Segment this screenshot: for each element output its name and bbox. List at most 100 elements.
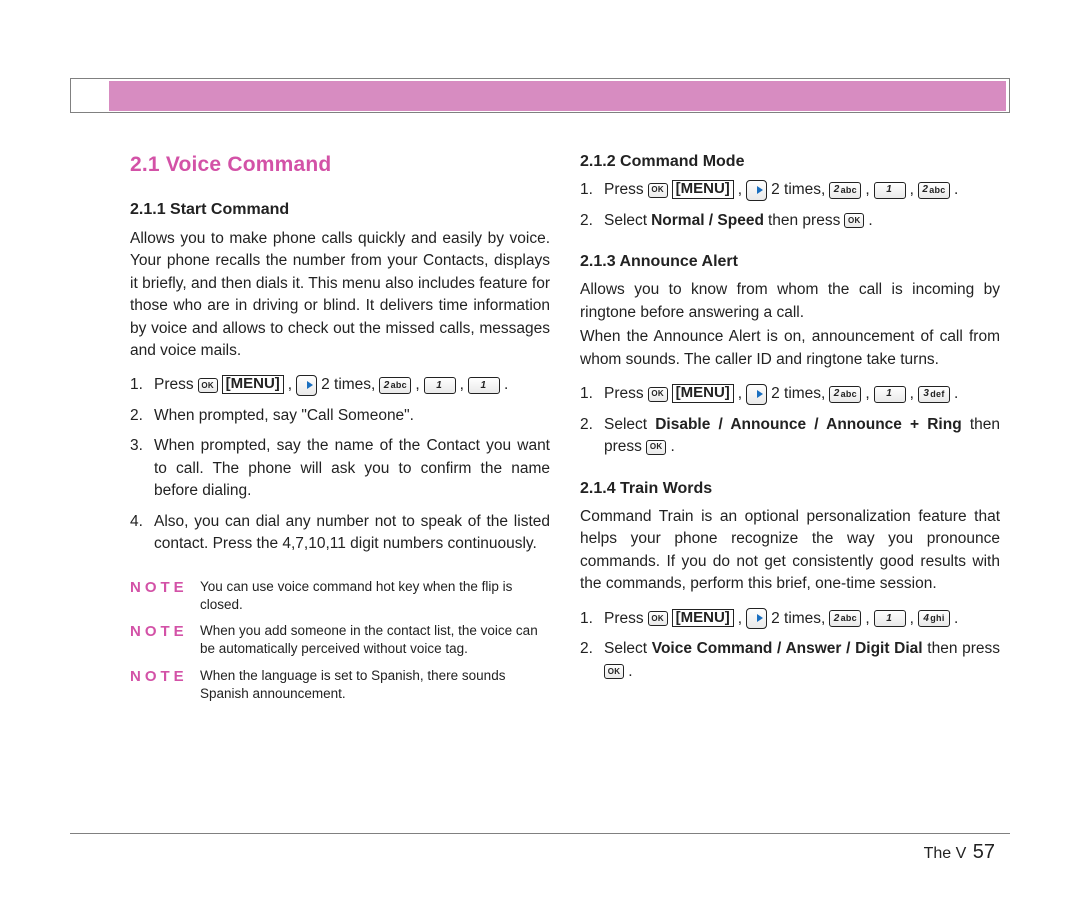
text: , (415, 374, 419, 396)
step-number: 2. (580, 414, 604, 436)
step-number: 1. (580, 608, 604, 630)
text: . (868, 210, 872, 232)
text: , (288, 374, 292, 396)
text: 2 times, (771, 179, 825, 201)
key-1-icon: 1 (874, 386, 906, 403)
step-number: 1. (580, 383, 604, 405)
key-2abc-icon: 2abc (918, 182, 950, 199)
text: . (954, 383, 958, 405)
step-body: Press OK [MENU] , 2 times, 2abc , 1 , 2a… (604, 179, 1000, 201)
step: 3. When prompted, say the name of the Co… (130, 435, 550, 502)
section-name: Voice Command (166, 153, 332, 176)
note-row: NOTE You can use voice command hot key w… (130, 578, 550, 614)
text: . (954, 608, 958, 630)
text: 2 times, (771, 383, 825, 405)
nav-right-key-icon (296, 375, 317, 396)
heading-212: 2.1.2 Command Mode (580, 150, 1000, 173)
text: 2 times, (771, 608, 825, 630)
menu-label: [MENU] (672, 609, 734, 628)
step: 2. Select Disable / Announce / Announce … (580, 414, 1000, 459)
step-number: 1. (130, 374, 154, 396)
step-body: Select Disable / Announce / Announce + R… (604, 414, 1000, 459)
key-1-icon: 1 (874, 182, 906, 199)
text: , (460, 374, 464, 396)
text: , (738, 179, 742, 201)
manual-page: 2.1 Voice Command 2.1.1 Start Command Al… (0, 0, 1080, 909)
step-number: 2. (580, 638, 604, 660)
note-text: You can use voice command hot key when t… (200, 578, 550, 614)
text: , (865, 383, 869, 405)
section-title: 2.1 Voice Command (130, 150, 550, 180)
step-body: Also, you can dial any number not to spe… (154, 511, 550, 556)
step: 1. Press OK [MENU] , 2 times, 2abc , 1 ,… (130, 374, 550, 396)
ok-key-icon: OK (604, 664, 624, 679)
step-body: When prompted, say "Call Someone". (154, 405, 550, 427)
step-body: Press OK [MENU] , 2 times, 2abc , 1 , 4g… (604, 608, 1000, 630)
text: . (666, 438, 675, 455)
key-1-icon: 1 (874, 610, 906, 627)
text: , (910, 608, 914, 630)
text: Press (604, 383, 644, 405)
note-label: NOTE (130, 667, 200, 687)
menu-label: [MENU] (672, 180, 734, 199)
right-column: 2.1.2 Command Mode 1. Press OK [MENU] , … (580, 150, 1010, 817)
text: then press (923, 640, 1000, 657)
key-4ghi-icon: 4ghi (918, 610, 950, 627)
left-column: 2.1 Voice Command 2.1.1 Start Command Al… (130, 150, 550, 817)
section-number: 2.1 (130, 153, 160, 176)
text: Press (604, 608, 644, 630)
step-body: Select Voice Command / Answer / Digit Di… (604, 638, 1000, 683)
step: 2. When prompted, say "Call Someone". (130, 405, 550, 427)
key-1-icon: 1 (468, 377, 500, 394)
header-accent (109, 81, 1006, 111)
step: 1. Press OK [MENU] , 2 times, 2abc , 1 ,… (580, 383, 1000, 405)
text: 2 times, (321, 374, 375, 396)
key-2abc-icon: 2abc (829, 182, 861, 199)
text: Press (154, 374, 194, 396)
key-1-icon: 1 (424, 377, 456, 394)
nav-right-key-icon (746, 384, 767, 405)
text: , (910, 179, 914, 201)
paragraph: Allows you to know from whom the call is… (580, 279, 1000, 324)
divider-top (70, 112, 1010, 113)
note-row: NOTE When the language is set to Spanish… (130, 667, 550, 703)
key-2abc-icon: 2abc (829, 610, 861, 627)
divider-bottom (70, 833, 1010, 834)
key-3def-icon: 3def (918, 386, 950, 403)
heading-214: 2.1.4 Train Words (580, 477, 1000, 500)
nav-right-key-icon (746, 180, 767, 201)
header-bar (70, 78, 1010, 112)
step: 1. Press OK [MENU] , 2 times, 2abc , 1 ,… (580, 608, 1000, 630)
text: , (738, 608, 742, 630)
paragraph: When the Announce Alert is on, announcem… (580, 326, 1000, 371)
page-number: 57 (973, 841, 995, 863)
ok-key-icon: OK (648, 387, 668, 402)
heading-213: 2.1.3 Announce Alert (580, 250, 1000, 273)
text: . (624, 663, 633, 680)
menu-label: [MENU] (222, 375, 284, 394)
ok-key-icon: OK (648, 183, 668, 198)
note-text: When the language is set to Spanish, the… (200, 667, 550, 703)
step-number: 1. (580, 179, 604, 201)
text: Select (604, 210, 647, 232)
text: , (865, 608, 869, 630)
intro-paragraph: Allows you to make phone calls quickly a… (130, 228, 550, 363)
text: , (738, 383, 742, 405)
footer: The V 57 (924, 841, 995, 864)
note-row: NOTE When you add someone in the contact… (130, 622, 550, 658)
step-body: When prompted, say the name of the Conta… (154, 435, 550, 502)
note-label: NOTE (130, 622, 200, 642)
text: Select (604, 416, 655, 433)
step: 1. Press OK [MENU] , 2 times, 2abc , 1 ,… (580, 179, 1000, 201)
step-body: Press OK [MENU] , 2 times, 2abc , 1 , 3d… (604, 383, 1000, 405)
bold-option: Voice Command / Answer / Digit Dial (652, 640, 923, 657)
ok-key-icon: OK (844, 213, 864, 228)
step-number: 2. (580, 210, 604, 232)
step: 2. Select Voice Command / Answer / Digit… (580, 638, 1000, 683)
step-number: 4. (130, 511, 154, 533)
ok-key-icon: OK (198, 378, 218, 393)
nav-right-key-icon (746, 608, 767, 629)
note-text: When you add someone in the contact list… (200, 622, 550, 658)
step: 2. Select Normal / Speed then press OK . (580, 210, 1000, 232)
heading-211: 2.1.1 Start Command (130, 198, 550, 221)
